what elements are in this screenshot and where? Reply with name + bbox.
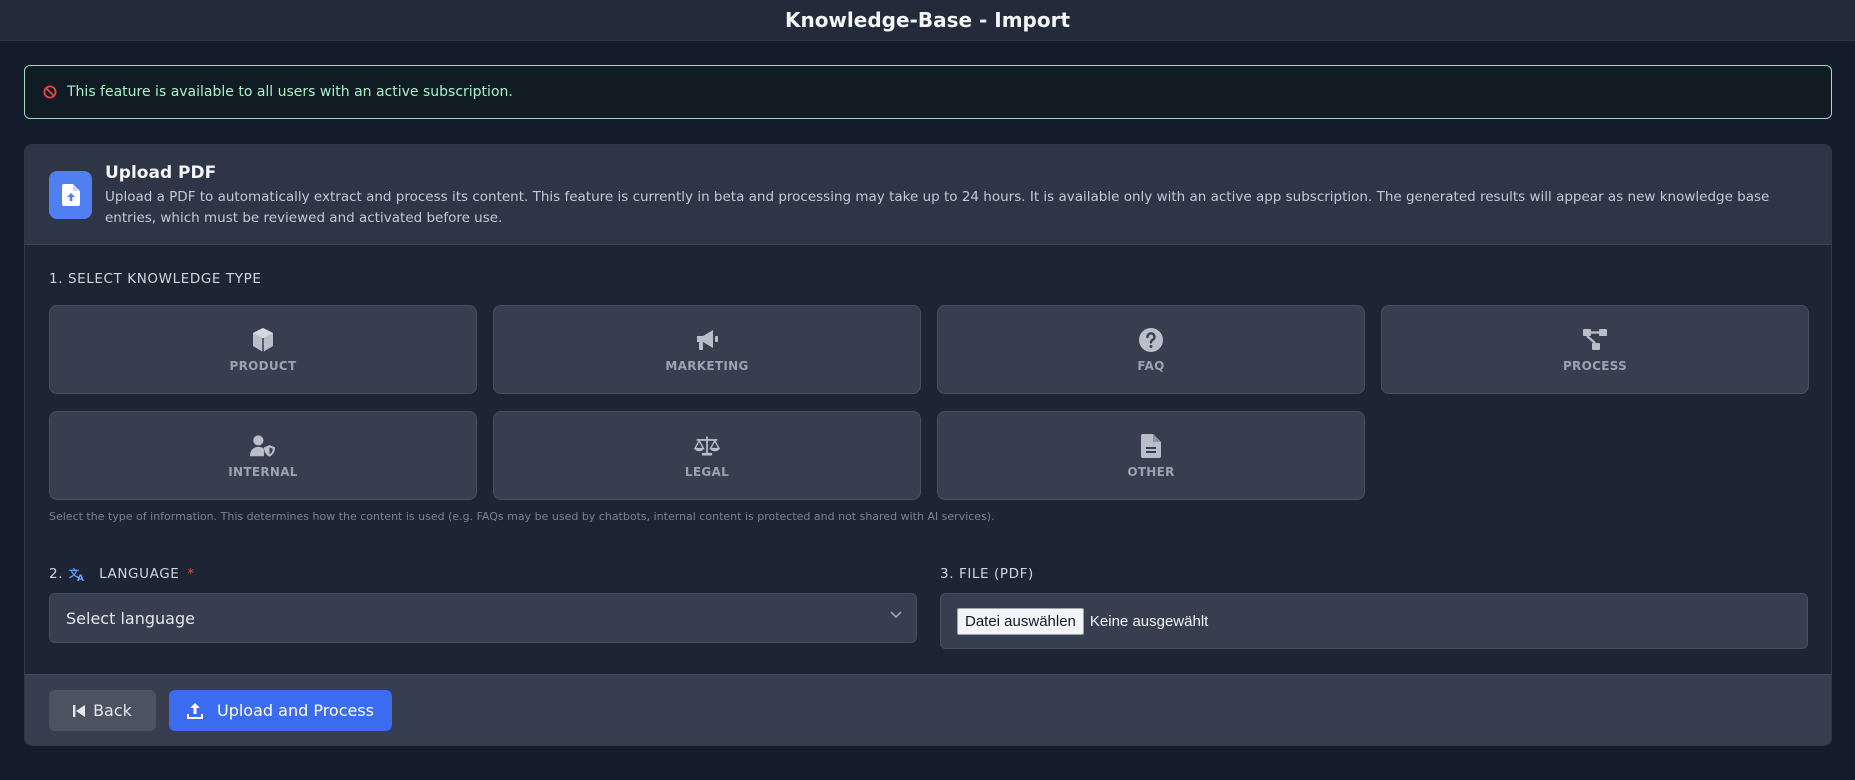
type-label: PRODUCT bbox=[229, 358, 297, 373]
back-button[interactable]: Back bbox=[49, 690, 156, 731]
knowledge-type-grid: PRODUCT MARKETING FAQ PROCESS INTERNAL L… bbox=[49, 305, 1809, 500]
type-other[interactable]: OTHER bbox=[937, 411, 1365, 500]
type-process[interactable]: PROCESS bbox=[1381, 305, 1809, 394]
required-mark: * bbox=[187, 566, 195, 582]
megaphone-icon bbox=[694, 327, 720, 353]
step2-number: 2. bbox=[49, 566, 64, 582]
ban-icon bbox=[43, 85, 57, 99]
upload-process-button[interactable]: Upload and Process bbox=[169, 690, 392, 731]
upload-icon bbox=[186, 702, 203, 719]
card-footer: Back Upload and Process bbox=[25, 674, 1831, 745]
question-circle-icon bbox=[1138, 327, 1164, 353]
top-bar: Knowledge-Base - Import bbox=[0, 0, 1855, 41]
translate-icon: 文A bbox=[69, 567, 85, 581]
chevron-down-icon bbox=[890, 611, 902, 619]
upload-card: Upload PDF Upload a PDF to automatically… bbox=[24, 144, 1832, 746]
language-select-value: Select language bbox=[66, 608, 195, 628]
card-header: Upload PDF Upload a PDF to automatically… bbox=[25, 145, 1831, 245]
page-title: Knowledge-Base - Import bbox=[784, 8, 1071, 32]
file-label: 3. FILE (PDF) bbox=[940, 566, 1034, 582]
type-legal[interactable]: LEGAL bbox=[493, 411, 921, 500]
upload-title: Upload PDF bbox=[105, 163, 217, 183]
step1-label: 1. SELECT KNOWLEDGE TYPE bbox=[49, 271, 262, 287]
language-select[interactable]: Select language bbox=[49, 593, 917, 643]
user-shield-icon bbox=[250, 433, 276, 459]
type-hint: Select the type of information. This det… bbox=[49, 510, 995, 523]
diagram-icon bbox=[1582, 327, 1608, 353]
choose-file-button[interactable]: Datei auswählen bbox=[957, 607, 1084, 635]
step2-label: LANGUAGE bbox=[99, 566, 180, 582]
type-label: FAQ bbox=[1137, 358, 1165, 373]
upload-label: Upload and Process bbox=[216, 701, 375, 720]
type-label: OTHER bbox=[1127, 464, 1175, 479]
type-label: PROCESS bbox=[1562, 358, 1628, 373]
upload-description: Upload a PDF to automatically extract an… bbox=[105, 189, 1770, 226]
type-label: LEGAL bbox=[684, 464, 730, 479]
back-label: Back bbox=[93, 701, 132, 720]
file-status: Keine ausgewählt bbox=[1089, 612, 1209, 630]
type-label: MARKETING bbox=[665, 358, 749, 373]
svg-text:A: A bbox=[77, 574, 85, 581]
type-marketing[interactable]: MARKETING bbox=[493, 305, 921, 394]
cube-icon bbox=[250, 327, 276, 353]
language-label: 2. 文A LANGUAGE * bbox=[49, 566, 195, 582]
skip-back-icon bbox=[73, 704, 86, 718]
subscription-alert: This feature is available to all users w… bbox=[24, 65, 1832, 119]
scale-icon bbox=[694, 433, 720, 459]
file-upload-icon bbox=[49, 171, 92, 219]
alert-message: This feature is available to all users w… bbox=[67, 84, 513, 100]
file-text-icon bbox=[1138, 433, 1164, 459]
type-label: INTERNAL bbox=[228, 464, 298, 479]
type-internal[interactable]: INTERNAL bbox=[49, 411, 477, 500]
type-product[interactable]: PRODUCT bbox=[49, 305, 477, 394]
type-faq[interactable]: FAQ bbox=[937, 305, 1365, 394]
file-input[interactable]: Datei auswählen Keine ausgewählt bbox=[940, 593, 1808, 649]
